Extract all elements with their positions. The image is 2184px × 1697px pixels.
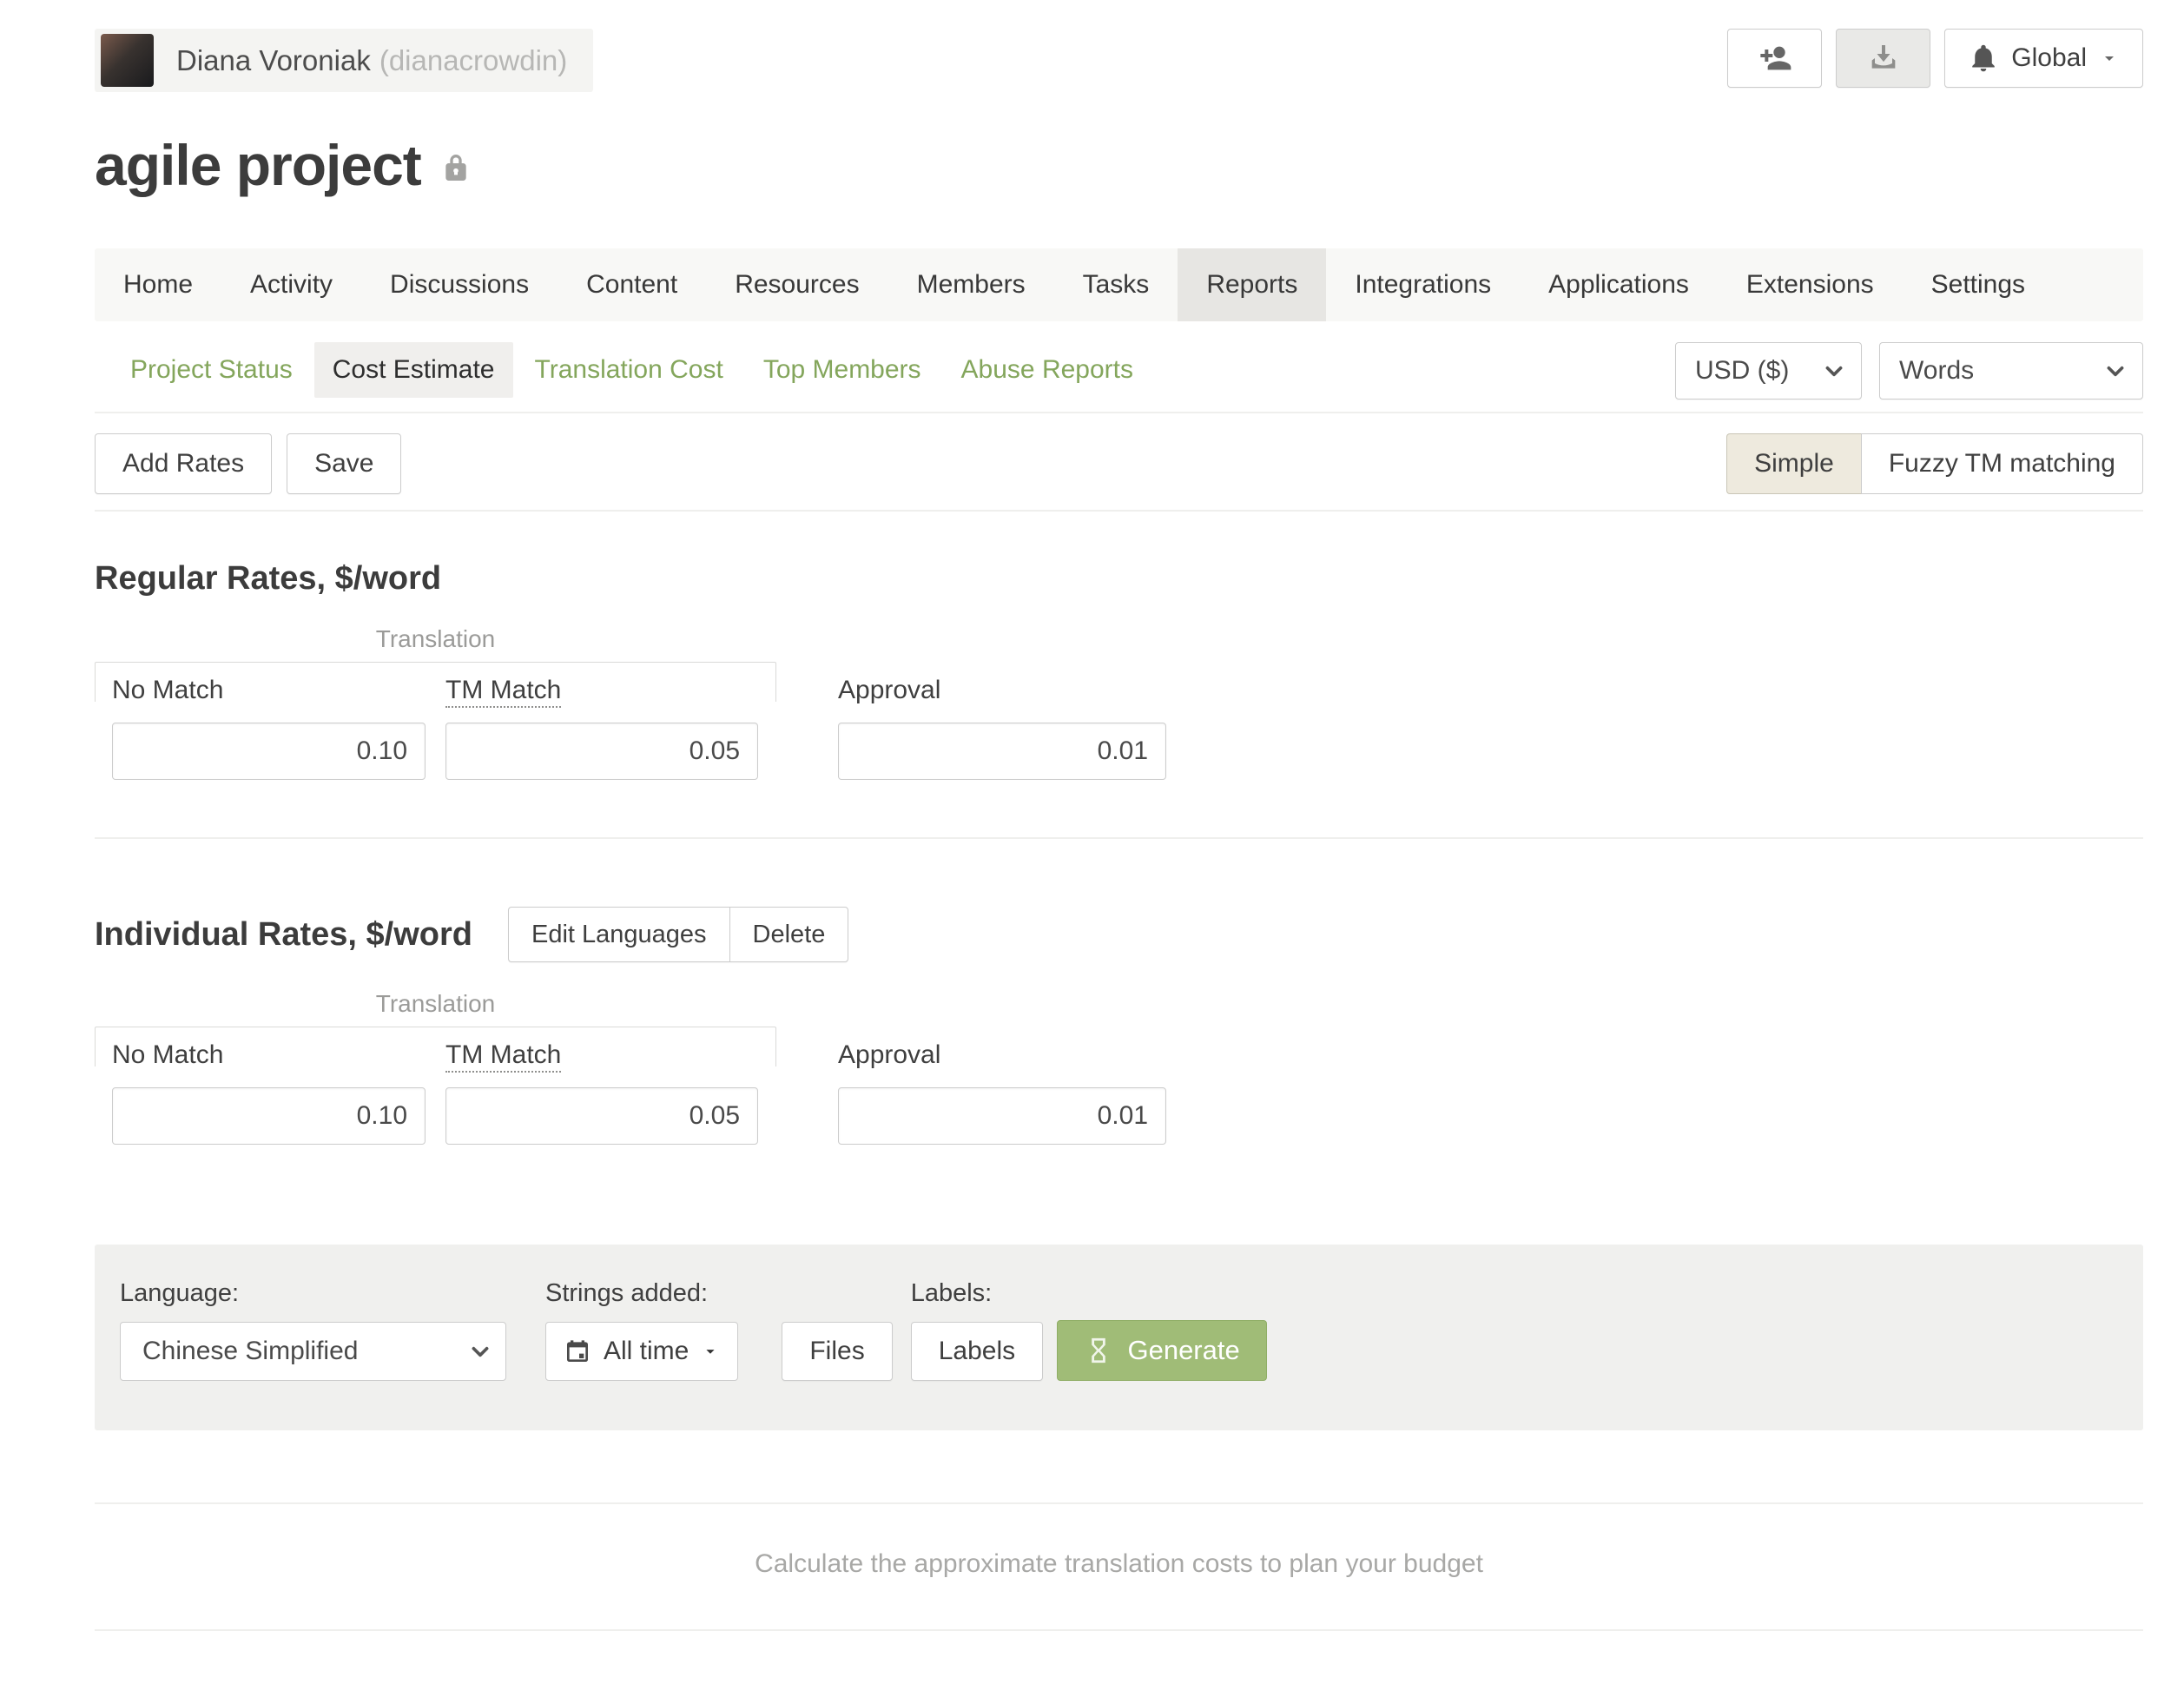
individual-no-match-input[interactable]: [112, 1087, 426, 1145]
date-range-button[interactable]: All time: [545, 1322, 738, 1381]
bell-icon: [1968, 43, 1999, 74]
chevron-down-icon: [469, 1340, 492, 1363]
regular-approval-input[interactable]: [838, 723, 1166, 780]
currency-select[interactable]: USD ($): [1675, 342, 1862, 399]
generate-button[interactable]: Generate: [1057, 1320, 1267, 1381]
translation-group-label: Translation: [95, 990, 776, 1018]
report-generator-panel: Language: Chinese Simplified Strings add…: [95, 1245, 2143, 1430]
mode-fuzzy-button[interactable]: Fuzzy TM matching: [1861, 433, 2143, 494]
tm-match-label[interactable]: TM Match: [445, 676, 561, 708]
labels-label: Labels:: [911, 1279, 1043, 1308]
top-actions: Global: [1727, 29, 2143, 88]
divider: [95, 510, 2143, 512]
divider: [95, 1502, 2143, 1504]
download-button[interactable]: [1836, 29, 1930, 88]
download-icon: [1866, 41, 1901, 76]
tab-home[interactable]: Home: [95, 248, 221, 321]
language-select[interactable]: Chinese Simplified: [120, 1322, 506, 1381]
subnav-translation-cost[interactable]: Translation Cost: [517, 342, 742, 398]
approval-label: Approval: [838, 676, 1166, 705]
no-match-label: No Match: [112, 676, 426, 705]
tab-activity[interactable]: Activity: [221, 248, 361, 321]
divider: [95, 837, 2143, 839]
units-value: Words: [1899, 356, 1974, 386]
tab-integrations[interactable]: Integrations: [1326, 248, 1520, 321]
regular-tm-match-input[interactable]: [445, 723, 758, 780]
lock-icon: [439, 150, 473, 185]
footer-hint: Calculate the approximate translation co…: [95, 1549, 2143, 1579]
subnav-project-status[interactable]: Project Status: [112, 342, 311, 398]
tab-applications[interactable]: Applications: [1520, 248, 1718, 321]
individual-rates-heading: Individual Rates, $/word: [95, 916, 472, 954]
top-header: Diana Voroniak (dianacrowdin) Global: [95, 29, 2143, 92]
translation-group-label: Translation: [95, 625, 776, 653]
project-tabbar: Home Activity Discussions Content Resour…: [95, 248, 2143, 321]
no-match-label: No Match: [112, 1040, 426, 1070]
delete-button[interactable]: Delete: [729, 907, 849, 962]
subnav-top-members[interactable]: Top Members: [745, 342, 940, 398]
mode-simple-button[interactable]: Simple: [1726, 433, 1861, 494]
user-chip[interactable]: Diana Voroniak (dianacrowdin): [95, 29, 593, 92]
add-user-icon: [1758, 41, 1792, 76]
save-button[interactable]: Save: [287, 433, 401, 494]
labels-button[interactable]: Labels: [911, 1322, 1043, 1381]
rates-mode-toggle: Simple Fuzzy TM matching: [1726, 433, 2143, 494]
add-rates-button[interactable]: Add Rates: [95, 433, 272, 494]
tab-settings[interactable]: Settings: [1903, 248, 2054, 321]
hourglass-icon: [1084, 1336, 1113, 1365]
invite-user-button[interactable]: [1727, 29, 1822, 88]
tab-tasks[interactable]: Tasks: [1054, 248, 1178, 321]
files-button[interactable]: Files: [782, 1322, 892, 1381]
subnav-cost-estimate[interactable]: Cost Estimate: [314, 342, 513, 398]
user-login: (dianacrowdin): [379, 44, 567, 77]
strings-added-label: Strings added:: [545, 1279, 738, 1308]
calendar-icon: [564, 1337, 591, 1365]
individual-rates-actions: Edit Languages Delete: [508, 907, 848, 962]
tab-resources[interactable]: Resources: [706, 248, 887, 321]
regular-rates-heading: Regular Rates, $/word: [95, 560, 2143, 598]
tab-extensions[interactable]: Extensions: [1718, 248, 1903, 321]
tab-discussions[interactable]: Discussions: [361, 248, 558, 321]
divider: [95, 412, 2143, 413]
units-select[interactable]: Words: [1879, 342, 2143, 399]
tab-content[interactable]: Content: [558, 248, 706, 321]
caret-down-icon: [2099, 48, 2120, 69]
tab-members[interactable]: Members: [888, 248, 1054, 321]
tm-match-label[interactable]: TM Match: [445, 1040, 561, 1073]
avatar: [101, 34, 154, 87]
caret-down-icon: [701, 1342, 720, 1361]
chevron-down-icon: [2104, 360, 2127, 382]
divider: [95, 1629, 2143, 1631]
chevron-down-icon: [1823, 360, 1845, 382]
language-label: Language:: [120, 1279, 506, 1308]
generate-label: Generate: [1127, 1335, 1239, 1366]
edit-languages-button[interactable]: Edit Languages: [508, 907, 729, 962]
date-range-value: All time: [604, 1337, 689, 1366]
user-name: Diana Voroniak: [176, 44, 371, 77]
currency-value: USD ($): [1695, 356, 1789, 386]
tab-reports[interactable]: Reports: [1178, 248, 1326, 321]
page-title: agile project: [95, 132, 421, 198]
notifications-global-button[interactable]: Global: [1944, 29, 2143, 88]
individual-approval-input[interactable]: [838, 1087, 1166, 1145]
regular-no-match-input[interactable]: [112, 723, 426, 780]
reports-subnav: Project Status Cost Estimate Translation…: [95, 342, 1155, 398]
language-value: Chinese Simplified: [142, 1337, 358, 1366]
approval-label: Approval: [838, 1040, 1166, 1070]
subnav-abuse-reports[interactable]: Abuse Reports: [943, 342, 1151, 398]
individual-tm-match-input[interactable]: [445, 1087, 758, 1145]
global-label: Global: [2011, 43, 2087, 73]
